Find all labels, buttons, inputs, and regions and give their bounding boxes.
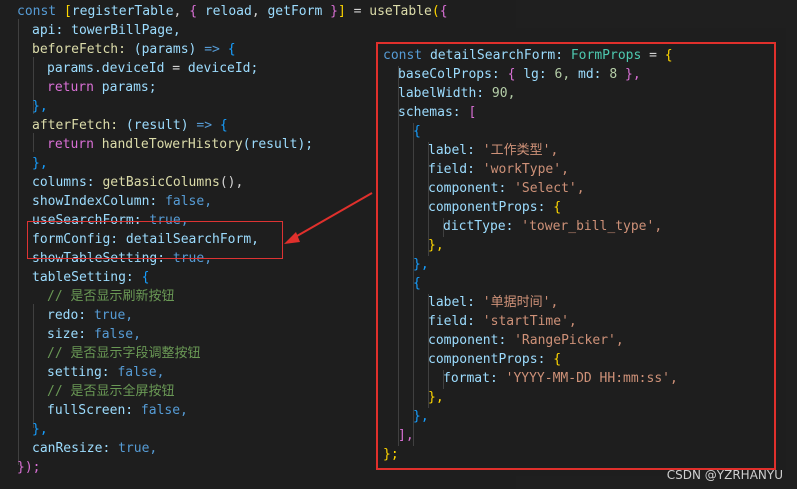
watermark: CSDN @YZRHANYU	[666, 468, 783, 482]
pointer-arrow	[284, 192, 373, 244]
